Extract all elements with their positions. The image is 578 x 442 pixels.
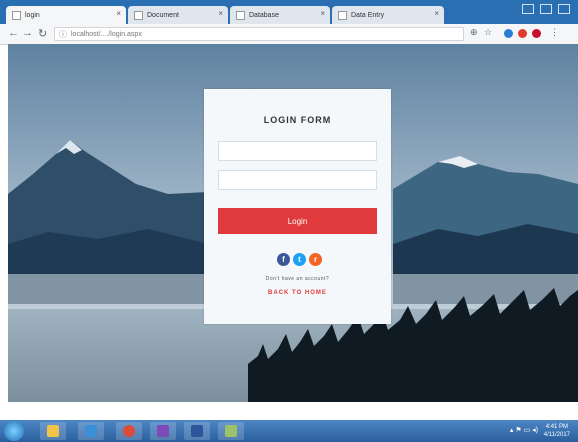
minimize-icon[interactable] [522, 4, 534, 14]
arrow-right-icon[interactable]: → [22, 27, 33, 39]
close-tab-icon[interactable]: × [434, 9, 439, 18]
start-button[interactable] [4, 421, 24, 441]
tab-label: Data Entry [351, 11, 385, 19]
taskbar-item-chrome[interactable] [116, 422, 142, 440]
close-tab-icon[interactable]: × [116, 9, 121, 18]
browser-toolbar: ← → ↻ ⓘ localhost/..../login.aspx ⊕ ☆ ⋮ [0, 24, 578, 45]
tab-label: login [25, 11, 40, 19]
folder-icon [47, 425, 59, 437]
tab-database[interactable]: Database × [230, 6, 330, 24]
opera-icon[interactable] [518, 29, 527, 38]
reload-icon[interactable]: ↻ [38, 27, 47, 40]
twitter-icon[interactable]: t [293, 253, 306, 266]
login-title: LOGIN FORM [263, 115, 332, 125]
chrome-icon [123, 425, 135, 437]
app-icon [157, 425, 169, 437]
adblock-icon[interactable] [532, 29, 541, 38]
notes-icon [225, 425, 237, 437]
tab-data-entry[interactable]: Data Entry × [332, 6, 444, 24]
star-icon[interactable]: ☆ [484, 27, 492, 38]
window-controls [522, 4, 570, 14]
taskbar-item-word[interactable] [184, 422, 210, 440]
taskbar-item-app[interactable] [150, 422, 176, 440]
taskbar-item-notes[interactable] [218, 422, 244, 440]
arrow-left-icon[interactable]: ← [8, 27, 19, 39]
tab-login[interactable]: login × [6, 6, 126, 24]
page-favicon-icon [12, 10, 21, 20]
taskbar-item-media[interactable] [78, 422, 104, 440]
maximize-icon[interactable] [540, 4, 552, 14]
close-tab-icon[interactable]: × [218, 9, 223, 18]
close-tab-icon[interactable]: × [320, 9, 325, 18]
page-favicon-icon [134, 10, 143, 20]
bottom-strip [0, 402, 578, 420]
zoom-icon[interactable]: ⊕ [470, 27, 478, 38]
word-icon [191, 425, 203, 437]
password-field[interactable] [218, 170, 377, 190]
back-to-home-link[interactable]: BACK TO HOME [204, 290, 391, 296]
taskbar-item-explorer[interactable] [40, 422, 66, 440]
facebook-icon[interactable]: f [277, 253, 290, 266]
address-url: localhost/..../login.aspx [71, 31, 142, 38]
clock-date: 4/11/2017 [543, 432, 570, 438]
tab-label: Database [249, 11, 279, 19]
system-tray[interactable]: ▴ ⚑ ▭ ◂) [510, 426, 538, 434]
rss-icon[interactable]: r [309, 253, 322, 266]
media-icon [85, 425, 97, 437]
browser-tab-bar: login × Document × Database × Data Entry… [0, 0, 578, 24]
taskbar-clock[interactable]: 4:41 PM 4/11/2017 [544, 423, 570, 439]
username-field[interactable] [218, 141, 377, 161]
clock-time: 4:41 PM [545, 424, 569, 430]
tab-document[interactable]: Document × [128, 6, 228, 24]
login-button[interactable]: Login [218, 208, 377, 234]
page-favicon-icon [236, 10, 245, 20]
page-viewport: LOGIN FORM Login f t r Don't have an acc… [8, 44, 578, 402]
close-window-icon[interactable] [558, 4, 570, 14]
page-info-icon[interactable]: ⓘ [59, 28, 67, 42]
extension-icon[interactable] [504, 29, 513, 38]
no-account-text: Don't have an account? [265, 276, 330, 282]
menu-icon[interactable]: ⋮ [550, 27, 559, 38]
address-bar[interactable]: ⓘ localhost/..../login.aspx [54, 27, 464, 41]
tab-label: Document [147, 11, 179, 19]
login-card: LOGIN FORM Login f t r Don't have an acc… [204, 89, 391, 324]
taskbar: ▴ ⚑ ▭ ◂) 4:41 PM 4/11/2017 [0, 420, 578, 442]
page-favicon-icon [338, 10, 347, 20]
